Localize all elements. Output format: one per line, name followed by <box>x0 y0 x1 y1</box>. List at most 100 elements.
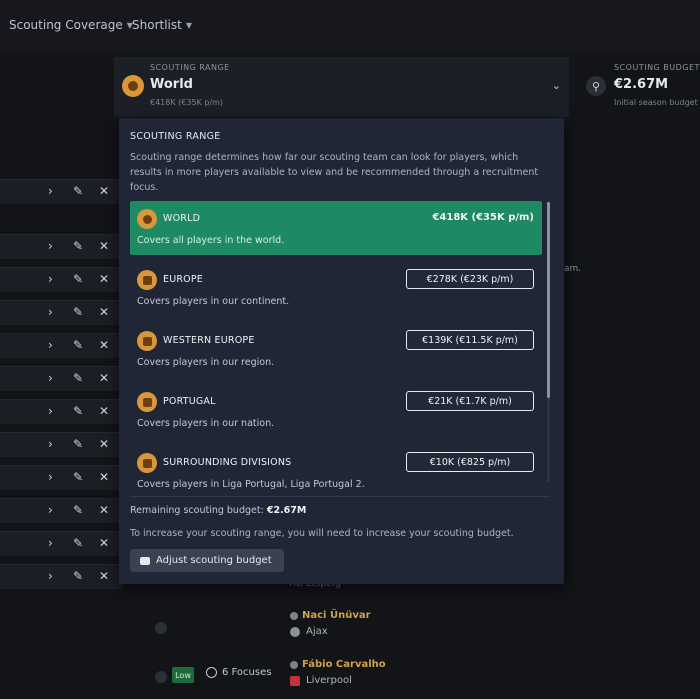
chevron-right-icon[interactable]: › <box>48 371 53 385</box>
player-name[interactable]: Fábio Carvalho <box>290 659 386 670</box>
scrollbar-thumb[interactable] <box>547 202 550 398</box>
close-icon[interactable]: ✕ <box>99 338 109 352</box>
range-option-name: PORTUGAL <box>163 396 216 407</box>
close-icon[interactable]: ✕ <box>99 371 109 385</box>
chevron-right-icon[interactable]: › <box>48 305 53 319</box>
range-option-cost-button[interactable]: €278K (€23K p/m) <box>406 269 534 289</box>
pencil-icon[interactable]: ✎ <box>73 371 83 385</box>
close-icon[interactable]: ✕ <box>99 503 109 517</box>
range-option-desc: Covers players in Liga Portugal, Liga Po… <box>137 479 365 490</box>
person-icon <box>290 660 298 669</box>
range-option-desc: Covers all players in the world. <box>137 235 285 246</box>
close-icon[interactable]: ✕ <box>99 305 109 319</box>
select-checkbox[interactable] <box>155 671 167 683</box>
player-club-text: Ajax <box>306 626 328 637</box>
range-option-portugal[interactable]: PORTUGAL €21K (€1.7K p/m) Covers players… <box>130 384 542 438</box>
range-option-world[interactable]: WORLD €418K (€35K p/m) Covers all player… <box>130 201 542 255</box>
list-item[interactable]: › ✎ ✕ <box>0 366 122 391</box>
focuses-count[interactable]: 6 Focuses <box>206 667 271 678</box>
globe-icon <box>206 667 217 678</box>
close-icon[interactable]: ✕ <box>99 569 109 583</box>
nation-flag-icon <box>137 392 157 412</box>
list-item[interactable]: › ✎ ✕ <box>0 234 122 259</box>
chevron-right-icon[interactable]: › <box>48 536 53 550</box>
wallet-icon <box>140 556 150 565</box>
close-icon[interactable]: ✕ <box>99 437 109 451</box>
remaining-budget-label: Remaining scouting budget: <box>130 505 264 516</box>
list-item[interactable]: › ✎ ✕ <box>0 300 122 325</box>
dropdown-description: Scouting range determines how far our sc… <box>130 152 539 193</box>
remaining-budget-value: €2.67M <box>266 505 307 516</box>
chevron-right-icon[interactable]: › <box>48 470 53 484</box>
close-icon[interactable]: ✕ <box>99 272 109 286</box>
globe-icon <box>137 209 157 229</box>
player-club-text: Liverpool <box>306 675 352 686</box>
close-icon[interactable]: ✕ <box>99 404 109 418</box>
list-item[interactable]: › ✎ ✕ <box>0 498 122 523</box>
list-item[interactable]: › ✎ ✕ <box>0 267 122 292</box>
list-item[interactable]: › ✎ ✕ <box>0 399 122 424</box>
pencil-icon[interactable]: ✎ <box>73 404 83 418</box>
pencil-icon[interactable]: ✎ <box>73 536 83 550</box>
range-option-europe[interactable]: EUROPE €278K (€23K p/m) Covers players i… <box>130 262 542 316</box>
scouting-budget-panel: ⚲ SCOUTING BUDGET €2.67M Initial season … <box>580 57 700 117</box>
scouting-range-value: World <box>150 77 193 92</box>
range-option-cost-button[interactable]: €139K (€11.5K p/m) <box>406 330 534 350</box>
pencil-icon[interactable]: ✎ <box>73 338 83 352</box>
table-row[interactable]: Naci Ünüvar Ajax <box>155 610 700 650</box>
nav-shortlist[interactable]: Shortlist ▼ <box>132 18 192 32</box>
chevron-right-icon[interactable]: › <box>48 404 53 418</box>
person-icon <box>290 611 298 620</box>
adjust-scouting-budget-label: Adjust scouting budget <box>156 555 272 566</box>
background-text-fragment: am. <box>564 264 582 274</box>
close-icon[interactable]: ✕ <box>99 470 109 484</box>
adjust-scouting-budget-button[interactable]: Adjust scouting budget <box>130 549 284 572</box>
chevron-right-icon[interactable]: › <box>48 272 53 286</box>
player-name[interactable]: Naci Ünüvar <box>290 610 371 621</box>
scouting-budget-sub: Initial season budget <box>614 98 698 107</box>
chevron-right-icon[interactable]: › <box>48 437 53 451</box>
player-name-text: Fábio Carvalho <box>302 659 386 670</box>
dropdown-title: SCOUTING RANGE <box>130 131 221 142</box>
close-icon[interactable]: ✕ <box>99 184 109 198</box>
range-option-cost-button[interactable]: €21K (€1.7K p/m) <box>406 391 534 411</box>
search-icon[interactable]: ⚲ <box>586 76 606 96</box>
table-row[interactable]: Low 6 Focuses Fábio Carvalho Liverpool <box>155 659 700 699</box>
select-checkbox[interactable] <box>155 622 167 634</box>
pencil-icon[interactable]: ✎ <box>73 437 83 451</box>
close-icon[interactable]: ✕ <box>99 239 109 253</box>
pencil-icon[interactable]: ✎ <box>73 305 83 319</box>
chevron-right-icon[interactable]: › <box>48 503 53 517</box>
chevron-right-icon[interactable]: › <box>48 569 53 583</box>
player-club: Liverpool <box>290 675 352 686</box>
list-item[interactable]: › ✎ ✕ <box>0 564 122 589</box>
scouting-range-label: SCOUTING RANGE <box>150 63 230 72</box>
list-item[interactable]: › ✎ ✕ <box>0 432 122 457</box>
chevron-right-icon[interactable]: › <box>48 184 53 198</box>
pencil-icon[interactable]: ✎ <box>73 272 83 286</box>
range-option-surrounding-divisions[interactable]: SURROUNDING DIVISIONS €10K (€825 p/m) Co… <box>130 445 542 499</box>
chevron-down-icon: ▼ <box>185 20 192 30</box>
range-option-cost-button[interactable]: €10K (€825 p/m) <box>406 452 534 472</box>
chevron-right-icon[interactable]: › <box>48 338 53 352</box>
list-item[interactable]: › ✎ ✕ <box>0 465 122 490</box>
chevron-right-icon[interactable]: › <box>48 239 53 253</box>
range-option-desc: Covers players in our nation. <box>137 418 275 429</box>
player-name-text: Naci Ünüvar <box>302 610 371 621</box>
pencil-icon[interactable]: ✎ <box>73 184 83 198</box>
list-item[interactable]: › ✎ ✕ <box>0 531 122 556</box>
list-item[interactable]: › ✎ ✕ <box>0 179 122 204</box>
pencil-icon[interactable]: ✎ <box>73 569 83 583</box>
scouting-range-selector[interactable]: SCOUTING RANGE World €418K (€35K p/m) ⌄ <box>114 57 569 117</box>
pencil-icon[interactable]: ✎ <box>73 503 83 517</box>
remaining-budget: Remaining scouting budget: €2.67M <box>130 505 306 516</box>
pencil-icon[interactable]: ✎ <box>73 470 83 484</box>
nav-scouting-coverage[interactable]: Scouting Coverage ▼ <box>9 18 133 32</box>
continent-icon <box>137 270 157 290</box>
list-item[interactable]: › ✎ ✕ <box>0 333 122 358</box>
globe-icon <box>122 75 144 97</box>
range-option-western-europe[interactable]: WESTERN EUROPE €139K (€11.5K p/m) Covers… <box>130 323 542 377</box>
pencil-icon[interactable]: ✎ <box>73 239 83 253</box>
close-icon[interactable]: ✕ <box>99 536 109 550</box>
scouting-budget-value: €2.67M <box>614 77 669 92</box>
